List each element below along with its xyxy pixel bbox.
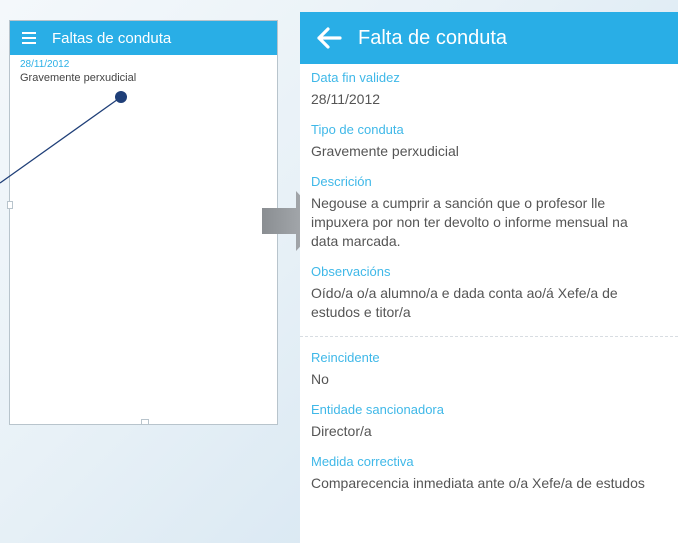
field-medida-correctiva: Medida correctiva Comparecencia inmediat… <box>311 454 678 493</box>
detail-content: Data fin validez 28/11/2012 Tipo de cond… <box>300 64 678 493</box>
detail-app-bar: Falta de conduta <box>300 12 678 64</box>
detail-screen: Falta de conduta Data fin validez 28/11/… <box>300 12 678 543</box>
field-value: 28/11/2012 <box>311 91 381 107</box>
field-label: Descrición <box>311 174 372 189</box>
field-tipo-de-conduta: Tipo de conduta Gravemente perxudicial <box>311 122 678 161</box>
field-observacions: Observacións Oído/a o/a alumno/a e dada … <box>311 264 678 322</box>
field-value: No <box>311 371 329 387</box>
field-value: Oído/a o/a alumno/a e dada conta ao/á Xe… <box>311 285 618 320</box>
field-label: Data fin validez <box>311 70 400 85</box>
field-label: Reincidente <box>311 350 380 365</box>
field-value: Gravemente perxudicial <box>311 143 459 159</box>
field-descricion: Descrición Negouse a cumprir a sanción q… <box>311 174 678 251</box>
field-value: Comparecencia inmediata ante o/a Xefe/a … <box>311 475 645 491</box>
field-entidade-sancionadora: Entidade sancionadora Director/a <box>311 402 678 441</box>
field-label: Tipo de conduta <box>311 122 404 137</box>
section-divider <box>300 336 678 337</box>
annotation-connector <box>0 91 127 184</box>
field-label: Medida correctiva <box>311 454 414 469</box>
back-arrow-icon[interactable] <box>300 27 358 49</box>
field-value: Director/a <box>311 423 372 439</box>
field-label: Entidade sancionadora <box>311 402 444 417</box>
frame-tick <box>7 201 13 209</box>
field-label: Observacións <box>311 264 391 279</box>
annotation-dot <box>115 91 127 103</box>
detail-title: Falta de conduta <box>358 26 507 49</box>
field-reincidente: Reincidente No <box>311 350 678 389</box>
field-data-fin-validez: Data fin validez 28/11/2012 <box>311 70 678 109</box>
frame-tick <box>141 419 149 425</box>
field-value: Negouse a cumprir a sanción que o profes… <box>311 195 628 249</box>
